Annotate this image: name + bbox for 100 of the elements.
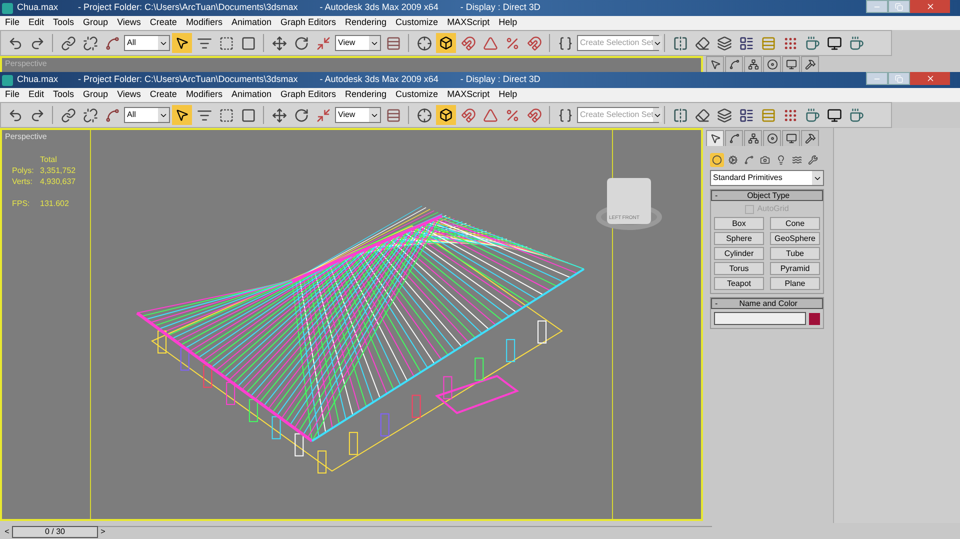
angle-snap-icon[interactable] (482, 108, 498, 122)
magnet-icon[interactable] (460, 36, 476, 50)
menu-item[interactable]: Tools (53, 88, 74, 102)
close-icon (926, 74, 934, 83)
mirror-icon[interactable] (672, 36, 688, 50)
rollout-header[interactable]: - Object Type (711, 190, 823, 201)
menu-item[interactable]: Help (498, 88, 518, 102)
primitive-button[interactable]: GeoSphere (770, 232, 820, 245)
primitive-button[interactable]: Plane (770, 277, 820, 290)
angle-snap-icon[interactable] (482, 36, 498, 50)
layers-icon[interactable] (716, 36, 732, 50)
link-icon[interactable] (60, 36, 76, 50)
rotate-icon[interactable] (294, 108, 308, 122)
redo-icon[interactable] (30, 108, 44, 122)
scale-icon[interactable] (316, 108, 330, 122)
rendered-frame-icon[interactable] (826, 108, 842, 122)
undo-icon[interactable] (8, 108, 22, 122)
command-panel-tab[interactable] (725, 56, 743, 72)
menu-item[interactable]: Create (150, 88, 177, 102)
menu-item[interactable]: Group (83, 88, 108, 102)
selection-filter-dropdown[interactable]: All (124, 35, 170, 51)
layers-icon[interactable] (716, 108, 732, 122)
menu-item[interactable]: Group (83, 16, 108, 30)
menu-item[interactable]: Views (117, 16, 141, 30)
undo-icon[interactable] (8, 36, 22, 50)
command-panel-tab[interactable] (706, 130, 724, 146)
reference-coordinate-dropdown[interactable]: View (335, 107, 381, 123)
reference-coordinate-dropdown[interactable]: View (335, 35, 381, 51)
redo-icon[interactable] (30, 36, 44, 50)
next-frame-button[interactable]: > (98, 526, 108, 538)
command-panel-tab[interactable] (801, 130, 819, 146)
window-crossing-icon[interactable] (240, 108, 256, 122)
menu-item[interactable]: Graph Editors (280, 88, 336, 102)
command-panel-tab[interactable] (763, 56, 781, 72)
menu-item[interactable]: File (5, 88, 20, 102)
menu-item[interactable]: Animation (231, 16, 272, 30)
frame-counter-button[interactable]: 0 / 30 (12, 526, 98, 538)
category-button[interactable] (710, 153, 724, 167)
rendered-frame-icon[interactable] (826, 36, 842, 50)
snap-toggle-button[interactable] (436, 105, 456, 125)
command-panel-tab[interactable] (782, 130, 800, 146)
menu-item[interactable]: MAXScript (447, 88, 490, 102)
command-panel-tab[interactable] (763, 130, 781, 146)
menu-item[interactable]: File (5, 16, 20, 30)
menu-item[interactable]: Rendering (345, 16, 387, 30)
window-crossing-icon[interactable] (240, 36, 256, 50)
menu-item[interactable]: Create (150, 16, 177, 30)
magnet-icon[interactable] (460, 108, 476, 122)
cube-icon (439, 36, 453, 50)
region-select-icon[interactable] (218, 36, 234, 50)
move-icon[interactable] (272, 108, 286, 122)
primitive-button[interactable]: Teapot (714, 277, 764, 290)
command-panel-tab[interactable] (706, 56, 724, 72)
menu-item[interactable]: Edit (28, 88, 44, 102)
category-button[interactable] (742, 153, 756, 167)
percent-snap-icon[interactable] (504, 108, 520, 122)
primitive-button[interactable]: Torus (714, 262, 764, 275)
menu-item[interactable]: Graph Editors (280, 16, 336, 30)
menu-item[interactable]: Modifiers (186, 16, 222, 30)
move-icon[interactable] (272, 36, 286, 50)
menu-item[interactable]: Customize (396, 88, 438, 102)
primitive-button[interactable]: Pyramid (770, 262, 820, 275)
primitive-button[interactable]: Cone (770, 217, 820, 230)
menu-item[interactable]: Rendering (345, 88, 387, 102)
selection-filter-dropdown[interactable]: All (124, 107, 170, 123)
category-button[interactable] (806, 153, 820, 167)
primitive-button[interactable]: Sphere (714, 232, 764, 245)
unlink-icon[interactable] (82, 36, 98, 50)
snap-toggle-button[interactable] (436, 33, 456, 53)
menu-item[interactable]: Animation (231, 88, 272, 102)
menu-item[interactable]: MAXScript (447, 16, 490, 30)
primitive-button[interactable]: Box (714, 217, 764, 230)
primitive-type-dropdown[interactable]: Standard Primitives (710, 170, 824, 186)
scale-icon[interactable] (316, 36, 330, 50)
primitive-button[interactable]: Tube (770, 247, 820, 260)
menu-item[interactable]: Modifiers (186, 88, 222, 102)
select-object-button[interactable] (172, 105, 192, 125)
rotate-icon[interactable] (294, 36, 308, 50)
menu-item[interactable]: Customize (396, 16, 438, 30)
command-panel-tab[interactable] (725, 130, 743, 146)
region-select-icon[interactable] (218, 108, 234, 122)
menu-item[interactable]: Edit (28, 16, 44, 30)
link-icon[interactable] (60, 108, 76, 122)
collapse-sign: - (715, 298, 718, 310)
menu-item[interactable]: Views (117, 88, 141, 102)
command-panel-tab[interactable] (744, 130, 762, 146)
object-color-swatch[interactable] (809, 312, 820, 324)
select-object-button[interactable] (172, 33, 192, 53)
unlink-icon[interactable] (82, 108, 98, 122)
previous-frame-button[interactable]: < (2, 526, 12, 538)
percent-snap-icon[interactable] (504, 36, 520, 50)
command-panel-tab[interactable] (801, 56, 819, 72)
menu-item[interactable]: Tools (53, 16, 74, 30)
command-panel-tab[interactable] (744, 56, 762, 72)
command-panel-tab[interactable] (782, 56, 800, 72)
primitive-button[interactable]: Cylinder (714, 247, 764, 260)
mirror-icon[interactable] (672, 108, 688, 122)
menu-item[interactable]: Help (498, 16, 518, 30)
rollout-header[interactable]: - Name and Color (711, 298, 823, 309)
object-name-field[interactable] (714, 312, 806, 325)
